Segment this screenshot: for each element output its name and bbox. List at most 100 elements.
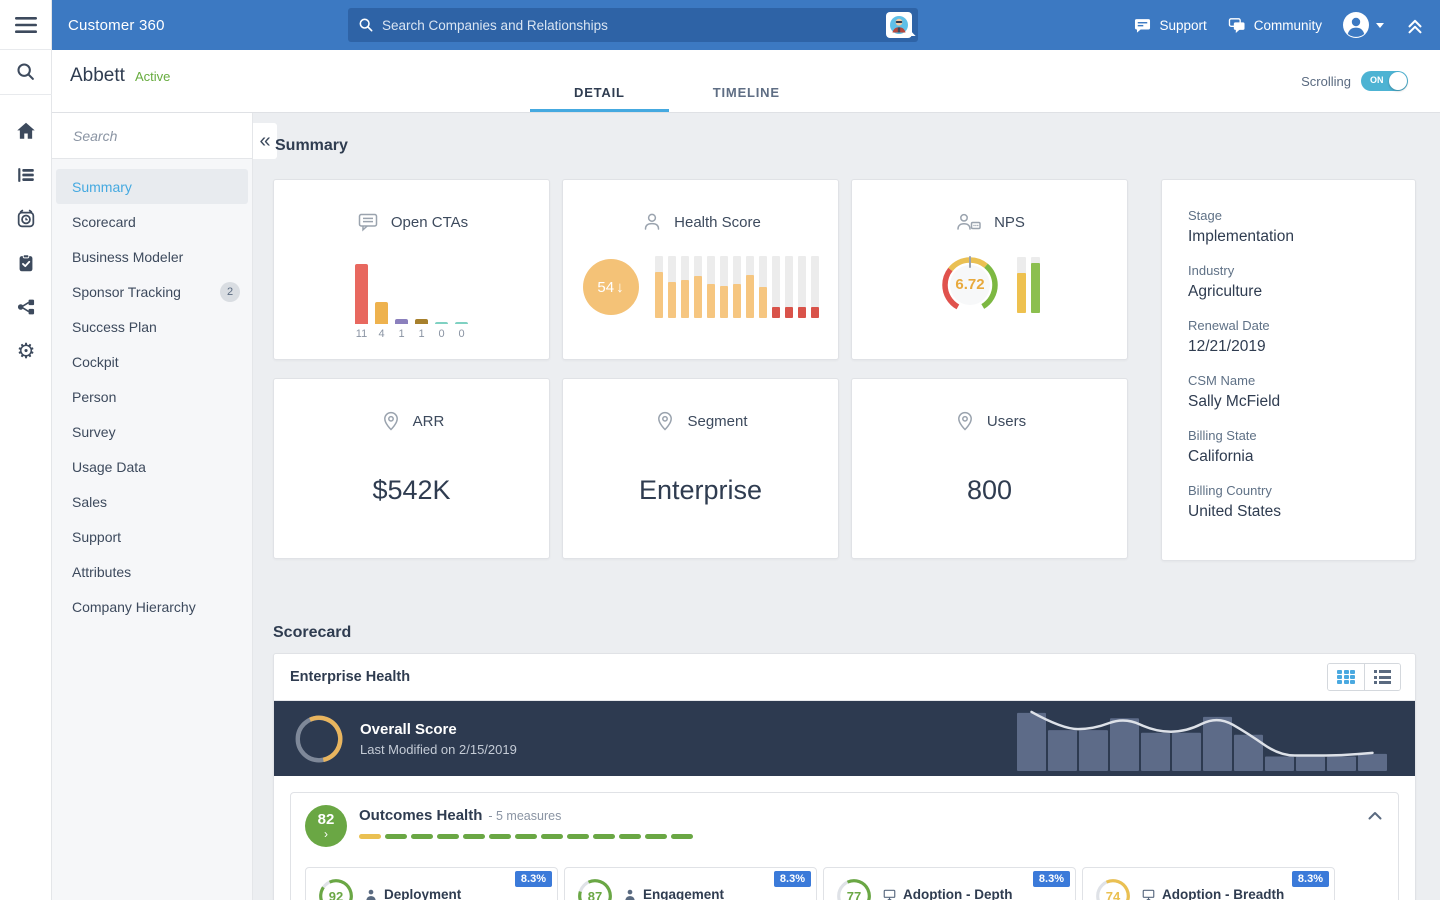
sidebar-item-attributes[interactable]: Attributes [56,554,248,589]
rail-timeline-clock-icon[interactable] [0,197,52,241]
sidebar-item-sales[interactable]: Sales [56,484,248,519]
chevron-right-icon: › [324,828,328,840]
sidebar-item-cockpit[interactable]: Cockpit [56,344,248,379]
overall-score-band: Overall Score Last Modified on 2/15/2019 [274,701,1415,776]
summary-section-title: Summary [275,137,348,155]
monitor-icon [1141,888,1156,900]
measure-card-deployment[interactable]: 92 Deployment 8.3% [305,867,558,900]
arr-card[interactable]: ARR $542K [273,378,550,559]
community-icon [1227,16,1247,35]
rail-home-icon[interactable] [0,109,52,153]
person-icon [623,888,637,900]
nps-card[interactable]: NPS 6.72 [851,179,1128,360]
user-menu[interactable] [1342,11,1384,39]
map-pin-icon [953,409,977,433]
rail-settings-gear-icon[interactable]: ⚙ [0,329,52,373]
open-ctas-title: Open CTAs [391,214,468,231]
measure-card-adoption-depth[interactable]: 77 Adoption - Depth 8.3% [823,867,1076,900]
measure-card-engagement[interactable]: 87 Engagement 8.3% [564,867,817,900]
sidebar-item-scorecard[interactable]: Scorecard [56,204,248,239]
person-icon [364,888,378,900]
users-card[interactable]: Users 800 [851,378,1128,559]
tab-detail[interactable]: DETAIL [530,72,669,112]
sidebar-item-survey[interactable]: Survey [56,414,248,449]
sidebar-item-support[interactable]: Support [56,519,248,554]
segment-card[interactable]: Segment Enterprise [562,378,839,559]
user-avatar-icon [1342,11,1370,39]
users-value: 800 [967,475,1012,506]
health-score-title: Health Score [674,214,761,231]
info-label: Billing State [1188,428,1389,443]
info-value: Agriculture [1188,283,1389,301]
grid-view-button[interactable] [1328,664,1364,690]
info-label: Renewal Date [1188,318,1389,333]
open-ctas-card[interactable]: Open CTAs 1141100 [273,179,550,360]
info-value: 12/21/2019 [1188,338,1389,356]
health-score-card[interactable]: Health Score 54↓ [562,179,839,360]
trend-down-icon: ↓ [616,279,624,296]
company-info-panel: StageImplementation IndustryAgriculture … [1161,179,1416,561]
global-search[interactable] [348,8,918,42]
overall-score-ring[interactable] [294,714,344,764]
sidebar-search[interactable] [52,113,252,159]
outcomes-health-score: 82 [318,812,335,827]
measure-weight-badge: 8.3% [774,871,811,887]
info-value: Sally McField [1188,393,1389,411]
scorecard-section-title: Scorecard [273,624,351,642]
chat-bubble-icon [355,210,381,234]
sidebar-item-business-modeler[interactable]: Business Modeler [56,239,248,274]
rail-search-icon[interactable] [0,50,52,95]
measure-label: Adoption - Depth [903,887,1012,900]
person-chat-icon [954,210,984,234]
sidebar-item-usage-data[interactable]: Usage Data [56,449,248,484]
nps-title: NPS [994,214,1025,231]
users-title: Users [987,413,1026,430]
scrolling-toggle[interactable]: ON [1361,71,1408,91]
measure-label: Engagement [643,887,724,900]
info-value: United States [1188,503,1389,521]
sidebar-search-input[interactable] [73,128,255,144]
enterprise-health-title: Enterprise Health [290,669,410,685]
global-search-input[interactable] [382,18,886,33]
info-label: CSM Name [1188,373,1389,388]
scrolling-toggle-state: ON [1370,75,1384,85]
sidebar-item-company-hierarchy[interactable]: Company Hierarchy [56,589,248,624]
info-label: Stage [1188,208,1389,223]
outcomes-health-group: 82 › Outcomes Health - 5 measures [290,792,1399,900]
outcomes-measure-count: - 5 measures [488,809,561,823]
hamburger-menu-icon[interactable] [0,0,52,50]
rail-relationships-icon[interactable] [0,285,52,329]
overall-score-title: Overall Score [360,721,517,738]
arr-value: $542K [372,475,450,506]
community-link[interactable]: Community [1227,16,1322,35]
monitor-icon [882,888,897,900]
support-link[interactable]: Support [1133,16,1206,35]
info-label: Billing Country [1188,483,1389,498]
sidebar-item-person[interactable]: Person [56,379,248,414]
outcomes-health-score-circle[interactable]: 82 › [305,805,347,847]
enterprise-health-card: Enterprise Health Overall Score Last [273,653,1416,900]
tab-timeline[interactable]: TIMELINE [669,72,824,112]
company-header: Abbett Active DETAIL TIMELINE Scrolling … [52,50,1440,113]
measure-label: Deployment [384,887,461,900]
sidebar-collapse-button[interactable]: « [253,123,277,159]
measure-score: 92 [318,878,354,900]
sidebar-item-summary[interactable]: Summary [56,169,248,204]
search-persona-avatar[interactable] [886,12,912,38]
info-value: Implementation [1188,228,1389,246]
info-label: Industry [1188,263,1389,278]
collapse-topbar-icon[interactable] [1404,14,1426,36]
list-view-button[interactable] [1364,664,1400,690]
measure-card-adoption-breadth[interactable]: 74 Adoption - Breadth 8.3% [1082,867,1335,900]
collapse-section-chevron-up-icon[interactable] [1368,811,1382,820]
sidebar-item-success-plan[interactable]: Success Plan [56,309,248,344]
company-status-badge: Active [135,69,170,84]
info-value: California [1188,448,1389,466]
sidebar-item-sponsor-tracking[interactable]: Sponsor Tracking2 [56,274,248,309]
nav-rail: ⚙ [0,0,52,900]
support-icon [1133,16,1152,35]
rail-tasks-icon[interactable] [0,241,52,285]
top-bar: Customer 360 Support Community [52,0,1440,50]
nps-value: 6.72 [939,276,1001,293]
rail-rules-icon[interactable] [0,153,52,197]
